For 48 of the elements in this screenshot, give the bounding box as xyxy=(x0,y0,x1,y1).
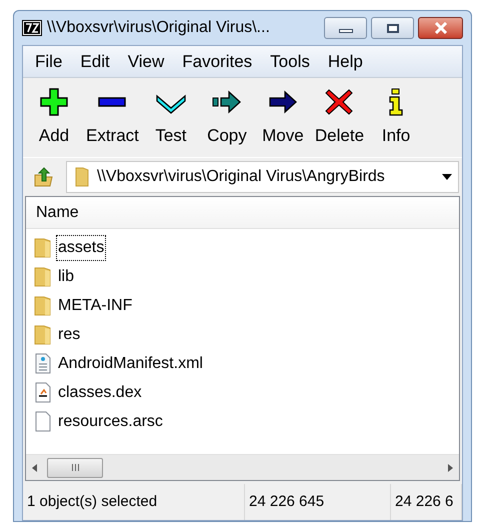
scroll-thumb[interactable] xyxy=(47,458,103,478)
delete-x-icon xyxy=(324,86,354,117)
menu-item[interactable]: Tools xyxy=(262,48,318,74)
file-name[interactable]: classes.dex xyxy=(56,380,144,406)
toolbar-button[interactable]: Move xyxy=(254,80,311,154)
address-text: \\Vboxsvr\virus\Original Virus\AngryBirds xyxy=(97,167,386,187)
script-file-icon xyxy=(34,382,52,403)
horizontal-scrollbar[interactable] xyxy=(26,454,459,480)
status-cell: 24 226 6 xyxy=(391,484,462,520)
toolbar-button[interactable]: Extract xyxy=(82,80,143,154)
toolbar-button[interactable]: Test xyxy=(142,80,199,154)
add-plus-icon xyxy=(39,86,69,117)
file-name[interactable]: META-INF xyxy=(56,292,134,318)
scroll-right-icon[interactable] xyxy=(448,464,453,472)
file-name[interactable]: lib xyxy=(56,264,76,290)
app-logo-icon xyxy=(22,20,42,36)
file-name[interactable]: resources.arsc xyxy=(56,408,165,434)
window-title: \\Vboxsvr\virus\Original Virus\... xyxy=(47,18,270,38)
folder-icon xyxy=(34,295,52,316)
file-name[interactable]: AndroidManifest.xml xyxy=(56,350,205,376)
menu-item[interactable]: Help xyxy=(320,48,371,74)
folder-icon xyxy=(34,266,52,287)
file-name[interactable]: res xyxy=(56,322,82,348)
file-name[interactable]: assets xyxy=(56,234,106,260)
xml-file-icon xyxy=(34,353,52,374)
menu-item[interactable]: View xyxy=(120,48,172,74)
scroll-left-icon[interactable] xyxy=(32,464,37,472)
menu-item[interactable]: File xyxy=(27,48,70,74)
maximize-button[interactable] xyxy=(371,17,414,39)
folder-up-icon xyxy=(34,167,54,187)
toolbar-button[interactable]: Info xyxy=(368,80,424,154)
folder-icon xyxy=(34,237,52,258)
status-cell: 1 object(s) selected xyxy=(23,484,245,520)
close-button[interactable] xyxy=(418,17,463,39)
file-icon xyxy=(34,411,52,432)
column-header[interactable]: Name xyxy=(26,197,459,228)
close-icon xyxy=(434,22,448,34)
menu-item[interactable]: Edit xyxy=(72,48,118,74)
menu-item[interactable]: Favorites xyxy=(174,48,260,74)
folder-icon xyxy=(75,167,89,187)
address-field[interactable]: \\Vboxsvr\virus\Original Virus\AngryBirds xyxy=(66,161,459,193)
folder-icon xyxy=(34,324,52,345)
minimize-button[interactable] xyxy=(324,17,367,39)
toolbar-button[interactable]: Delete xyxy=(310,80,368,154)
toolbar-button[interactable]: Copy xyxy=(198,80,255,154)
status-cell: 24 226 645 xyxy=(245,484,391,520)
toolbar-button[interactable]: Add xyxy=(26,80,82,154)
dropdown-caret-icon[interactable] xyxy=(442,174,452,180)
